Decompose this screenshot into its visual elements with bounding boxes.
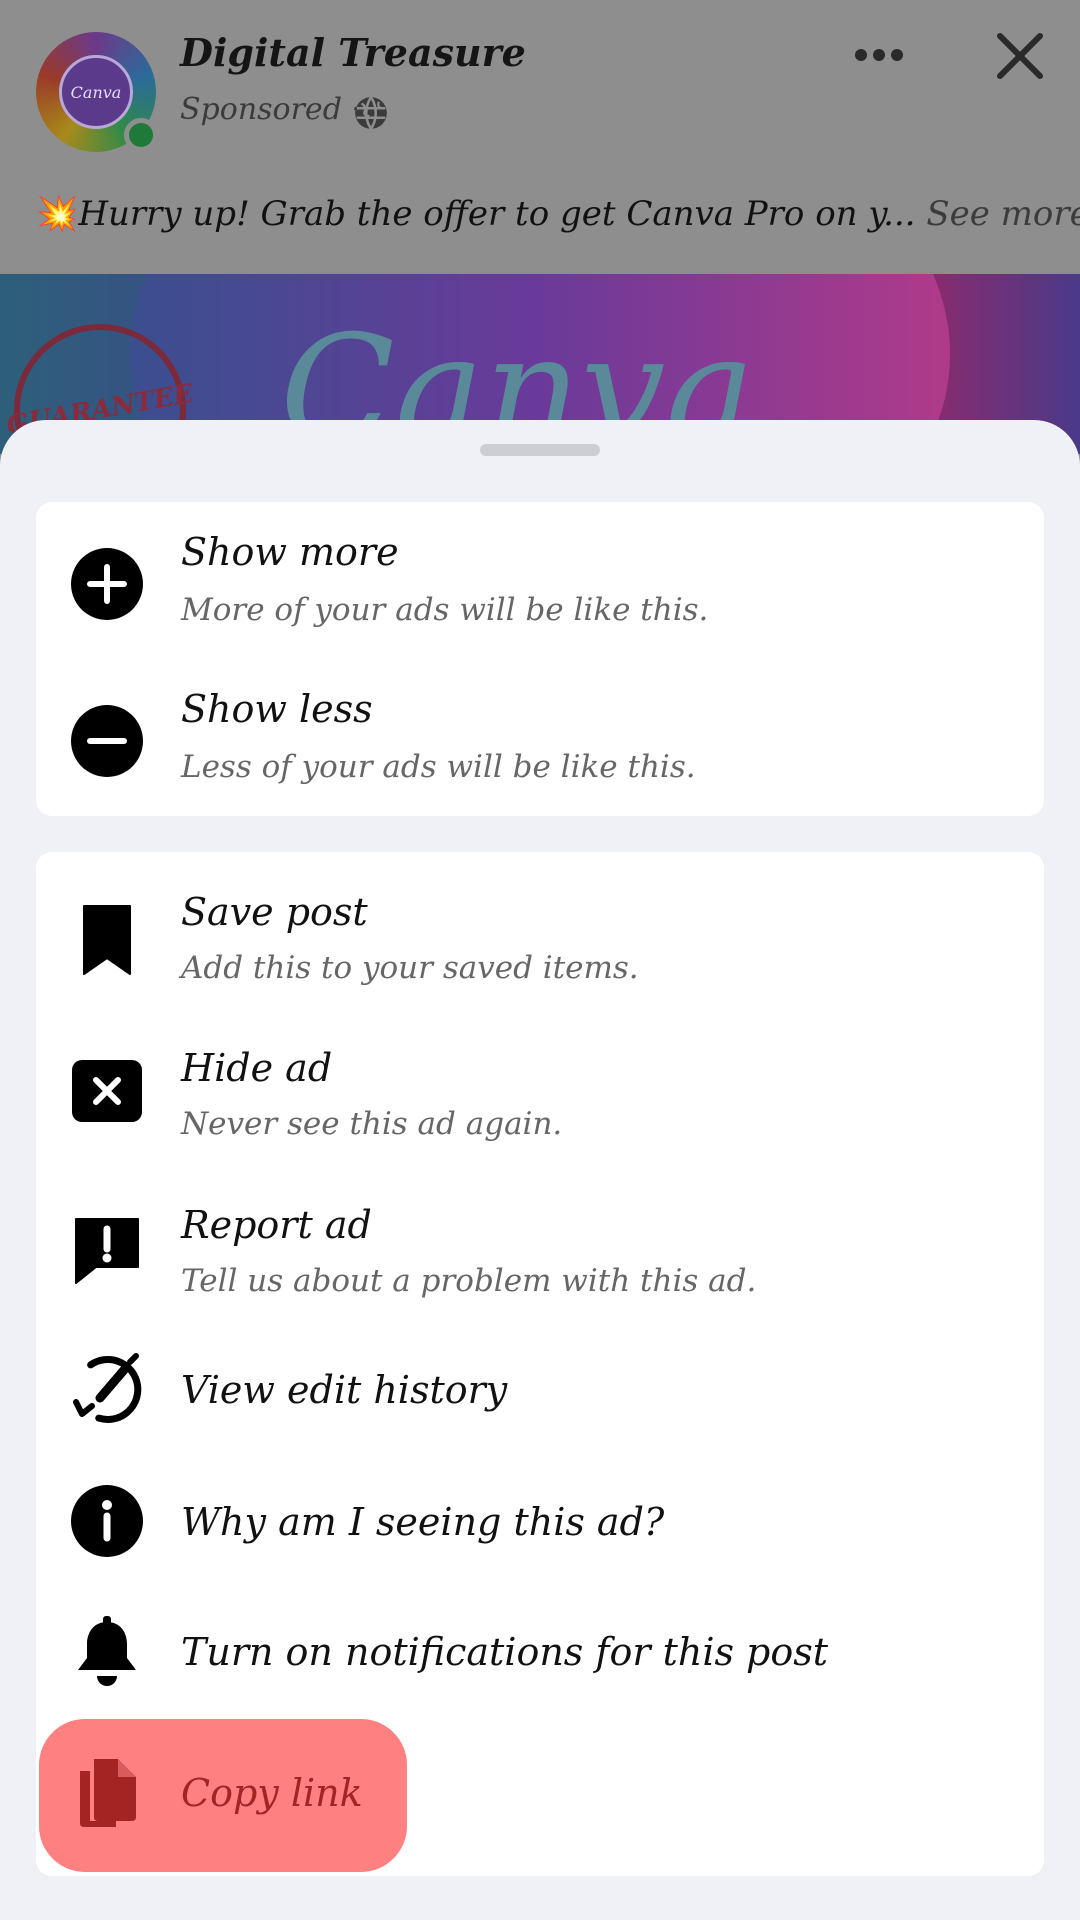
page-avatar[interactable]: Canva <box>36 32 158 152</box>
menu-item-subtitle: Tell us about a problem with this ad. <box>181 1263 757 1299</box>
menu-item-view-edit-history[interactable]: View edit history <box>36 1324 1044 1454</box>
menu-item-title: Copy link <box>181 1771 363 1815</box>
minus-circle-icon <box>71 705 143 777</box>
report-icon <box>75 1218 139 1284</box>
menu-item-why-seeing-ad[interactable]: Why am I seeing this ad? <box>36 1454 1044 1586</box>
post-caption: 💥Hurry up! Grab the offer to get Canva P… <box>36 194 1080 234</box>
edit-history-icon <box>73 1353 142 1423</box>
menu-item-save-post[interactable]: Save post Add this to your saved items. <box>36 852 1044 1010</box>
plus-circle-icon <box>71 548 143 620</box>
menu-item-title: Hide ad <box>181 1046 333 1090</box>
menu-item-title: Show less <box>181 687 373 731</box>
sponsored-label: Sponsored · <box>180 92 361 127</box>
feedback-options-card: Show more More of your ads will be like … <box>36 502 1044 816</box>
avatar-logo-text: Canva <box>59 55 133 129</box>
burst-emoji: 💥 <box>36 194 79 234</box>
menu-item-show-more[interactable]: Show more More of your ads will be like … <box>36 502 1044 659</box>
bookmark-icon <box>83 905 131 975</box>
menu-item-subtitle: More of your ads will be like this. <box>181 592 709 628</box>
menu-item-subtitle: Never see this ad again. <box>181 1106 563 1142</box>
menu-item-title: Report ad <box>181 1203 372 1247</box>
menu-item-show-less[interactable]: Show less Less of your ads will be like … <box>36 659 1044 816</box>
options-bottom-sheet: Show more More of your ads will be like … <box>0 420 1080 1920</box>
menu-item-title: Why am I seeing this ad? <box>181 1500 665 1544</box>
copy-icon <box>80 1759 136 1827</box>
info-icon <box>71 1485 143 1557</box>
menu-item-subtitle: Less of your ads will be like this. <box>181 749 696 785</box>
menu-item-title: Save post <box>181 890 368 934</box>
menu-item-subtitle: Add this to your saved items. <box>181 950 639 986</box>
close-icon[interactable] <box>994 30 1046 82</box>
menu-item-turn-on-notifications[interactable]: Turn on notifications for this post <box>36 1586 1044 1718</box>
menu-item-title: Turn on notifications for this post <box>181 1630 829 1674</box>
post-header: Canva Digital Treasure Sponsored · 💥Hurr… <box>0 0 1080 272</box>
more-options-icon[interactable] <box>852 40 906 70</box>
see-more-link[interactable]: See more <box>926 194 1080 234</box>
menu-item-copy-link[interactable]: Copy link <box>36 1719 1044 1872</box>
online-status-dot <box>124 118 158 152</box>
page-name[interactable]: Digital Treasure <box>180 30 526 75</box>
caption-text: Hurry up! Grab the offer to get Canva Pr… <box>78 194 916 234</box>
menu-item-title: View edit history <box>181 1368 508 1412</box>
bell-icon <box>78 1616 136 1686</box>
close-box-icon <box>72 1060 142 1122</box>
drag-handle[interactable] <box>480 444 600 456</box>
menu-item-report-ad[interactable]: Report ad Tell us about a problem with t… <box>36 1167 1044 1324</box>
menu-item-hide-ad[interactable]: Hide ad Never see this ad again. <box>36 1010 1044 1167</box>
menu-item-title: Show more <box>181 530 399 574</box>
globe-icon <box>355 96 387 130</box>
